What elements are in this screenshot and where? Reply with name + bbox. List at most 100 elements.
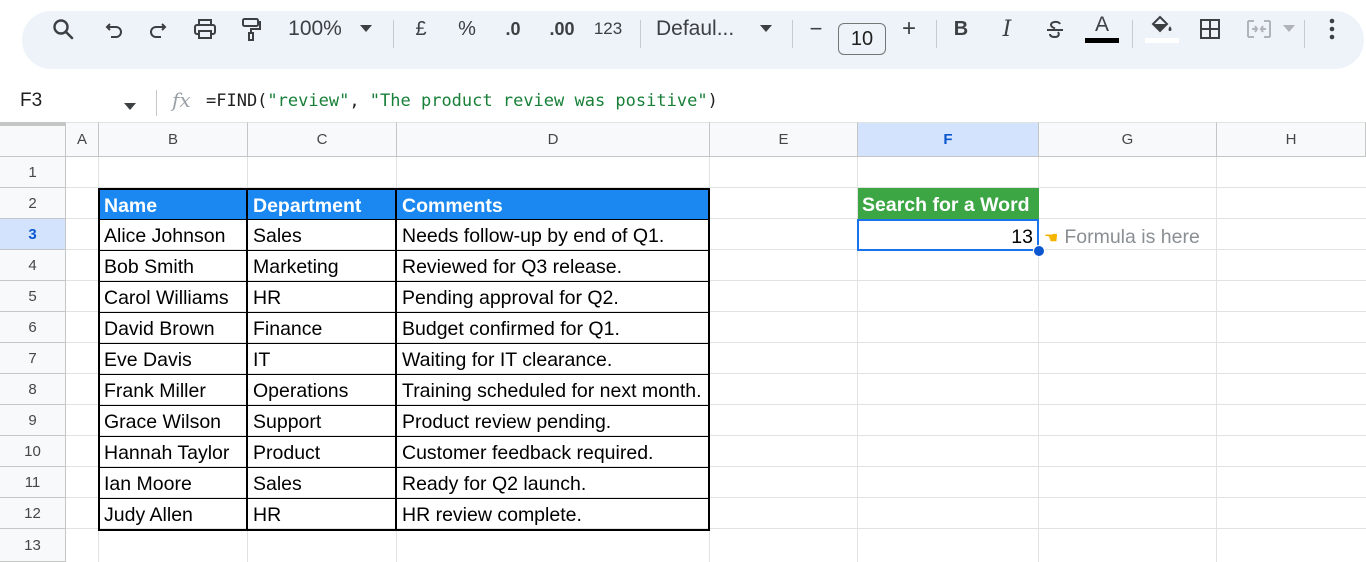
percent-button[interactable]: % bbox=[452, 0, 482, 58]
column-header-e[interactable]: E bbox=[710, 122, 858, 157]
search-menus-icon[interactable] bbox=[46, 0, 80, 58]
zoom-select[interactable]: 100% bbox=[284, 0, 346, 58]
formula-input[interactable]: =FIND("review", "The product review was … bbox=[206, 91, 718, 111]
row-header-2[interactable]: 2 bbox=[0, 188, 66, 219]
more-options-icon[interactable] bbox=[1318, 0, 1346, 58]
toolbar-divider bbox=[1304, 20, 1305, 48]
row-header-7[interactable]: 7 bbox=[0, 343, 66, 374]
formula-sep: , bbox=[349, 91, 370, 111]
table-header-department[interactable]: Department bbox=[248, 189, 397, 219]
table-cell-department[interactable]: Marketing bbox=[248, 250, 397, 281]
currency-button[interactable]: £ bbox=[408, 0, 434, 58]
table-cell-department[interactable]: Sales bbox=[248, 467, 397, 498]
column-header-d[interactable]: D bbox=[397, 122, 710, 157]
table-border bbox=[395, 188, 397, 531]
text-color-button[interactable]: A bbox=[1084, 0, 1120, 58]
result-cell[interactable]: 13 bbox=[857, 219, 1039, 251]
column-header-b[interactable]: B bbox=[99, 122, 248, 157]
borders-icon[interactable] bbox=[1194, 0, 1226, 58]
table-cell-name[interactable]: Alice Johnson bbox=[99, 219, 248, 250]
table-cell-name[interactable]: Bob Smith bbox=[99, 250, 248, 281]
table-cell-comments[interactable]: HR review complete. bbox=[397, 498, 710, 529]
font-size-input[interactable]: 10 bbox=[838, 23, 886, 55]
column-header-g[interactable]: G bbox=[1039, 122, 1217, 157]
italic-button[interactable]: I bbox=[994, 0, 1020, 58]
increase-decimal-button[interactable]: .00 bbox=[544, 0, 580, 58]
table-border bbox=[98, 374, 710, 375]
row-header-13[interactable]: 13 bbox=[0, 529, 66, 562]
formula-bar: F3 fx =FIND("review", "The product revie… bbox=[0, 84, 1366, 122]
table-cell-comments[interactable]: Pending approval for Q2. bbox=[397, 281, 710, 312]
column-header-h[interactable]: H bbox=[1217, 122, 1366, 157]
table-cell-name[interactable]: Grace Wilson bbox=[99, 405, 248, 436]
strikethrough-icon[interactable] bbox=[1040, 0, 1070, 58]
table-cell-name[interactable]: Frank Miller bbox=[99, 374, 248, 405]
table-cell-department[interactable]: IT bbox=[248, 343, 397, 374]
row-header-9[interactable]: 9 bbox=[0, 405, 66, 436]
decrease-font-size-button[interactable]: − bbox=[804, 0, 828, 58]
table-cell-name[interactable]: David Brown bbox=[99, 312, 248, 343]
table-cell-name[interactable]: Ian Moore bbox=[99, 467, 248, 498]
table-border bbox=[98, 343, 710, 344]
table-cell-comments[interactable]: Customer feedback required. bbox=[397, 436, 710, 467]
table-header-name[interactable]: Name bbox=[99, 189, 248, 219]
table-cell-department[interactable]: Support bbox=[248, 405, 397, 436]
table-cell-department[interactable]: HR bbox=[248, 498, 397, 529]
zoom-dropdown-icon[interactable] bbox=[356, 0, 376, 58]
decrease-decimal-button[interactable]: .0 bbox=[496, 0, 530, 58]
merge-dropdown-icon[interactable] bbox=[1280, 0, 1298, 58]
table-cell-comments[interactable]: Product review pending. bbox=[397, 405, 710, 436]
table-cell-name[interactable]: Hannah Taylor bbox=[99, 436, 248, 467]
number-format-button[interactable]: 123 bbox=[590, 0, 626, 58]
row-header-10[interactable]: 10 bbox=[0, 436, 66, 467]
merge-cells-icon[interactable] bbox=[1242, 0, 1276, 58]
column-header-f[interactable]: F bbox=[858, 122, 1039, 157]
table-border bbox=[98, 436, 710, 437]
column-header-a[interactable]: A bbox=[66, 122, 99, 157]
font-dropdown-icon[interactable] bbox=[756, 0, 776, 58]
select-all-corner[interactable] bbox=[0, 122, 66, 157]
name-box-dropdown-icon[interactable] bbox=[124, 98, 136, 116]
table-cell-name[interactable]: Carol Williams bbox=[99, 281, 248, 312]
table-border bbox=[98, 250, 710, 251]
print-icon[interactable] bbox=[188, 0, 222, 58]
paint-format-icon[interactable] bbox=[234, 0, 268, 58]
gridline bbox=[66, 187, 1366, 188]
row-header-8[interactable]: 8 bbox=[0, 374, 66, 405]
table-cell-comments[interactable]: Needs follow-up by end of Q1. bbox=[397, 219, 710, 250]
fill-color-swatch bbox=[1145, 38, 1179, 43]
bold-button[interactable]: B bbox=[948, 0, 974, 58]
row-header-12[interactable]: 12 bbox=[0, 498, 66, 529]
table-border bbox=[98, 405, 710, 406]
table-cell-comments[interactable]: Ready for Q2 launch. bbox=[397, 467, 710, 498]
table-cell-department[interactable]: Product bbox=[248, 436, 397, 467]
table-header-comments[interactable]: Comments bbox=[397, 189, 710, 219]
row-header-3[interactable]: 3 bbox=[0, 219, 66, 250]
search-header-cell[interactable]: Search for a Word bbox=[858, 188, 1039, 219]
toolbar-divider bbox=[792, 20, 793, 48]
table-cell-name[interactable]: Judy Allen bbox=[99, 498, 248, 529]
toolbar-divider bbox=[640, 20, 641, 48]
increase-font-size-button[interactable]: + bbox=[896, 0, 922, 58]
table-cell-comments[interactable]: Reviewed for Q3 release. bbox=[397, 250, 710, 281]
table-cell-department[interactable]: Finance bbox=[248, 312, 397, 343]
row-header-1[interactable]: 1 bbox=[0, 157, 66, 188]
redo-icon[interactable] bbox=[142, 0, 174, 58]
name-box[interactable]: F3 bbox=[20, 90, 42, 112]
undo-icon[interactable] bbox=[98, 0, 130, 58]
table-cell-department[interactable]: HR bbox=[248, 281, 397, 312]
row-header-11[interactable]: 11 bbox=[0, 467, 66, 498]
table-cell-comments[interactable]: Budget confirmed for Q1. bbox=[397, 312, 710, 343]
fill-color-icon[interactable] bbox=[1144, 0, 1180, 58]
table-border bbox=[98, 219, 710, 220]
table-cell-comments[interactable]: Waiting for IT clearance. bbox=[397, 343, 710, 374]
row-header-5[interactable]: 5 bbox=[0, 281, 66, 312]
column-header-c[interactable]: C bbox=[248, 122, 397, 157]
table-cell-name[interactable]: Eve Davis bbox=[99, 343, 248, 374]
row-header-6[interactable]: 6 bbox=[0, 312, 66, 343]
table-cell-comments[interactable]: Training scheduled for next month. bbox=[397, 374, 710, 405]
table-cell-department[interactable]: Sales bbox=[248, 219, 397, 250]
font-select[interactable]: Defaul... bbox=[656, 0, 746, 58]
row-header-4[interactable]: 4 bbox=[0, 250, 66, 281]
table-cell-department[interactable]: Operations bbox=[248, 374, 397, 405]
